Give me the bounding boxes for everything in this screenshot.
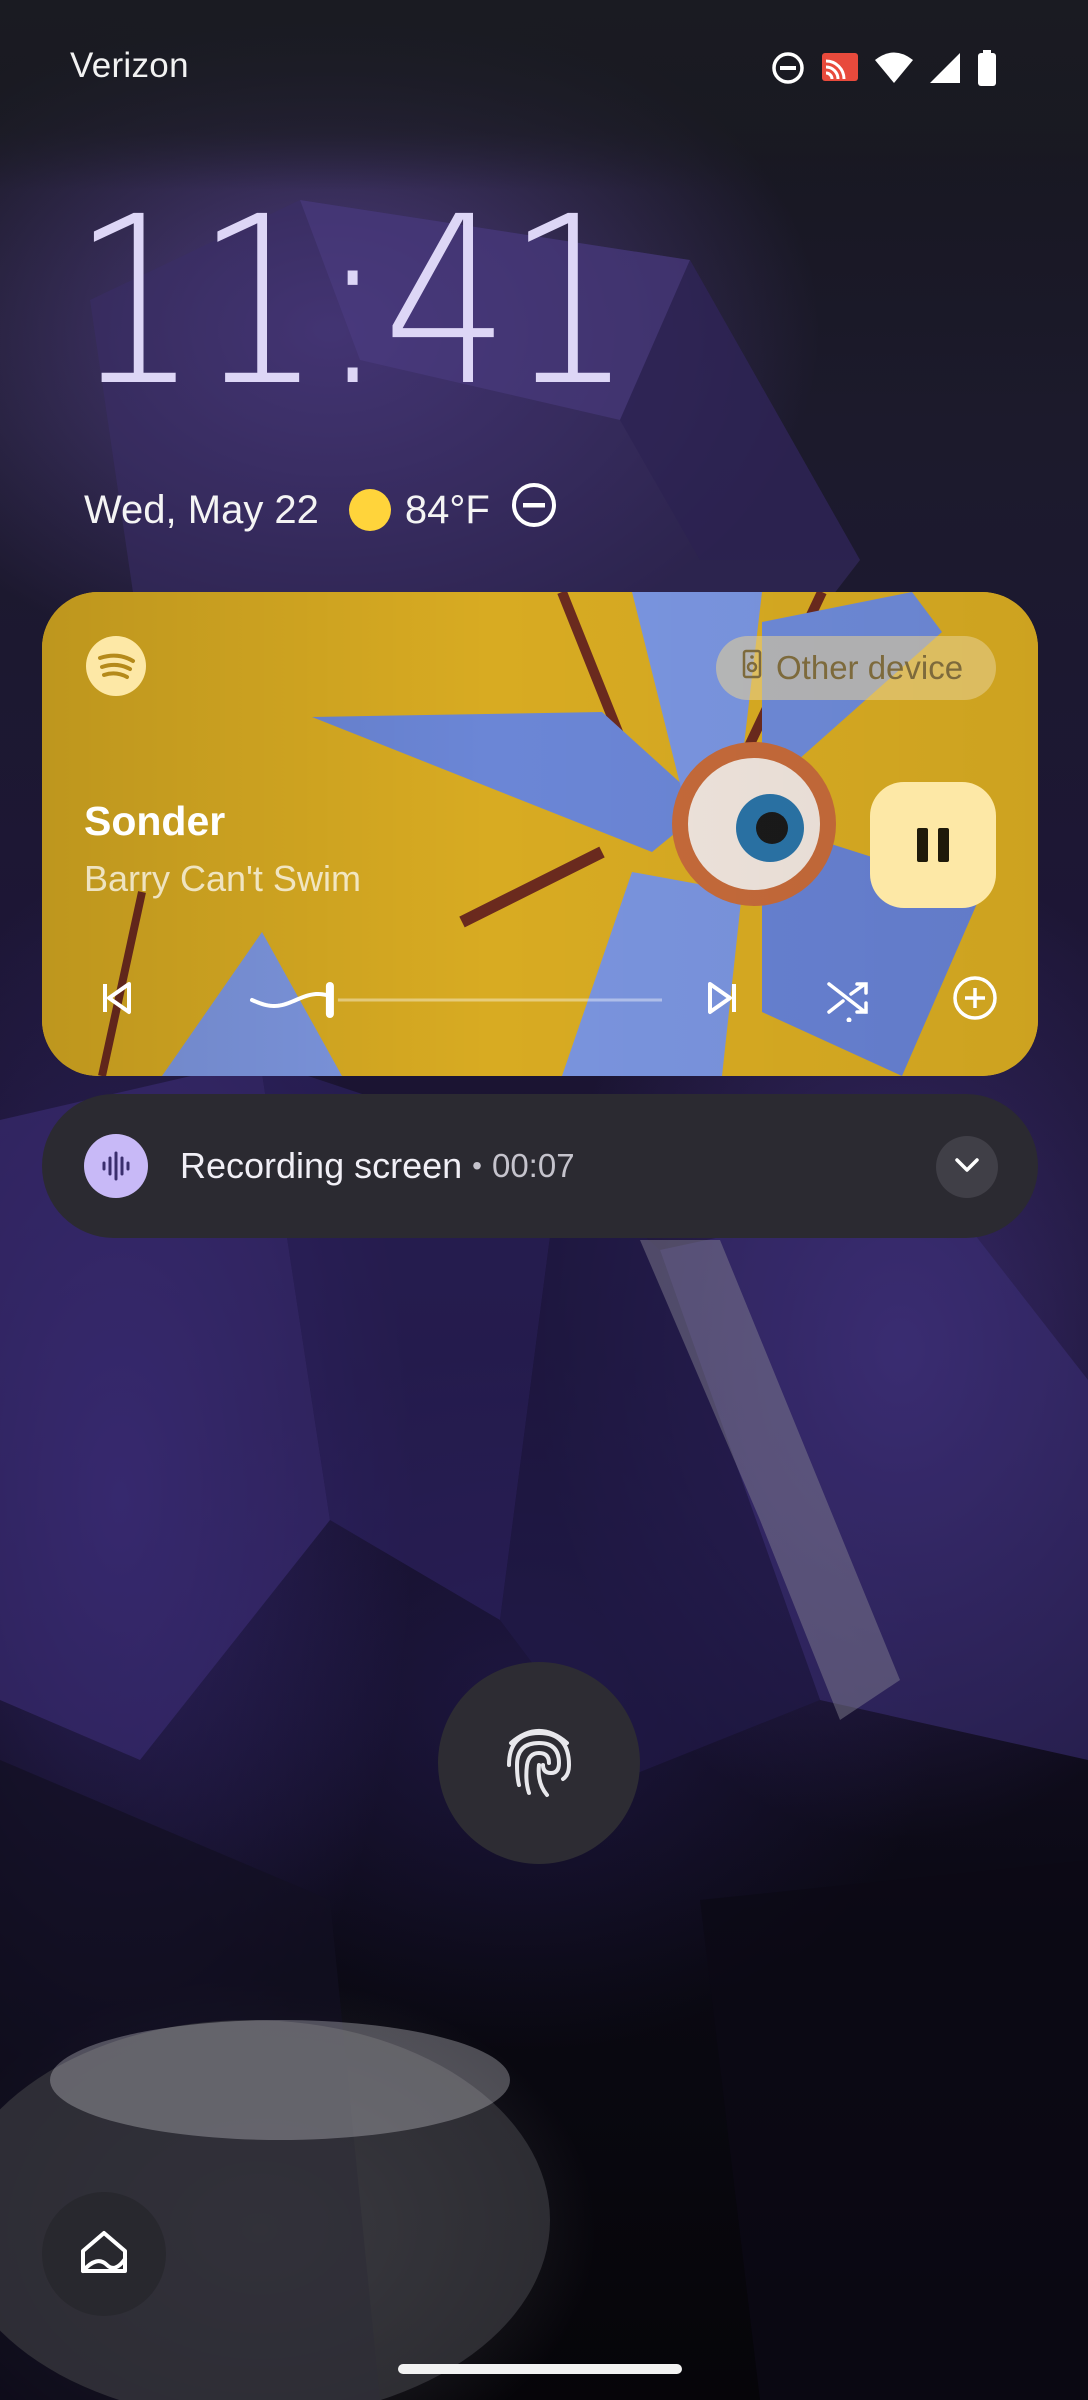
seek-thumb <box>325 982 334 1018</box>
output-device-chip[interactable]: Other device <box>716 636 996 700</box>
sun-icon <box>348 489 391 531</box>
do-not-disturb-icon[interactable] <box>510 481 558 539</box>
expand-button[interactable] <box>936 1136 998 1198</box>
shuffle-icon <box>825 974 873 1027</box>
next-button[interactable] <box>692 970 752 1030</box>
sound-wave-icon <box>84 1134 148 1198</box>
pause-icon <box>912 828 954 862</box>
lock-clock: 11:41 <box>72 167 633 437</box>
home-icon <box>77 2225 131 2284</box>
date-text[interactable]: Wed, May 22 <box>84 488 319 533</box>
notification-separator: • <box>472 1150 482 1181</box>
notification-title: Recording screen <box>180 1145 463 1186</box>
cast-icon <box>820 51 860 85</box>
notification-text: Recording screen • 00:07 <box>180 1142 575 1190</box>
fingerprint-icon <box>503 1721 575 1806</box>
home-shortcut-button[interactable] <box>42 2192 166 2316</box>
media-controls <box>42 970 1038 1030</box>
date-weather-row: Wed, May 22 84°F <box>84 480 558 540</box>
status-icons <box>770 48 998 88</box>
media-player-card[interactable]: Other device Sonder Barry Can't Swim <box>42 592 1038 1076</box>
chevron-down-icon <box>951 1149 983 1186</box>
screen-recording-notification[interactable]: Recording screen • 00:07 <box>42 1094 1038 1238</box>
carrier-name: Verizon <box>70 46 189 85</box>
pause-button[interactable] <box>870 782 996 908</box>
notification-elapsed-time: 00:07 <box>491 1147 575 1184</box>
previous-button[interactable] <box>87 970 147 1030</box>
next-icon <box>702 978 742 1023</box>
status-bar: Verizon <box>0 0 1088 134</box>
song-artist: Barry Can't Swim <box>84 858 361 899</box>
previous-icon <box>97 978 137 1023</box>
navigation-handle[interactable] <box>398 2364 682 2374</box>
wifi-icon <box>874 51 914 85</box>
song-title: Sonder <box>84 798 226 844</box>
output-device-label: Other device <box>776 649 964 686</box>
do-not-disturb-icon <box>770 50 806 86</box>
seek-played-wave <box>250 991 330 1009</box>
add-icon <box>952 975 998 1026</box>
add-button[interactable] <box>945 970 1005 1030</box>
battery-icon <box>976 50 998 86</box>
cellular-signal-icon <box>928 51 962 85</box>
spotify-icon <box>86 636 146 696</box>
temperature-text[interactable]: 84°F <box>405 488 490 533</box>
seek-bar[interactable] <box>207 970 667 1030</box>
speaker-icon <box>742 649 762 687</box>
shuffle-button[interactable] <box>819 970 879 1030</box>
fingerprint-sensor[interactable] <box>438 1662 640 1864</box>
